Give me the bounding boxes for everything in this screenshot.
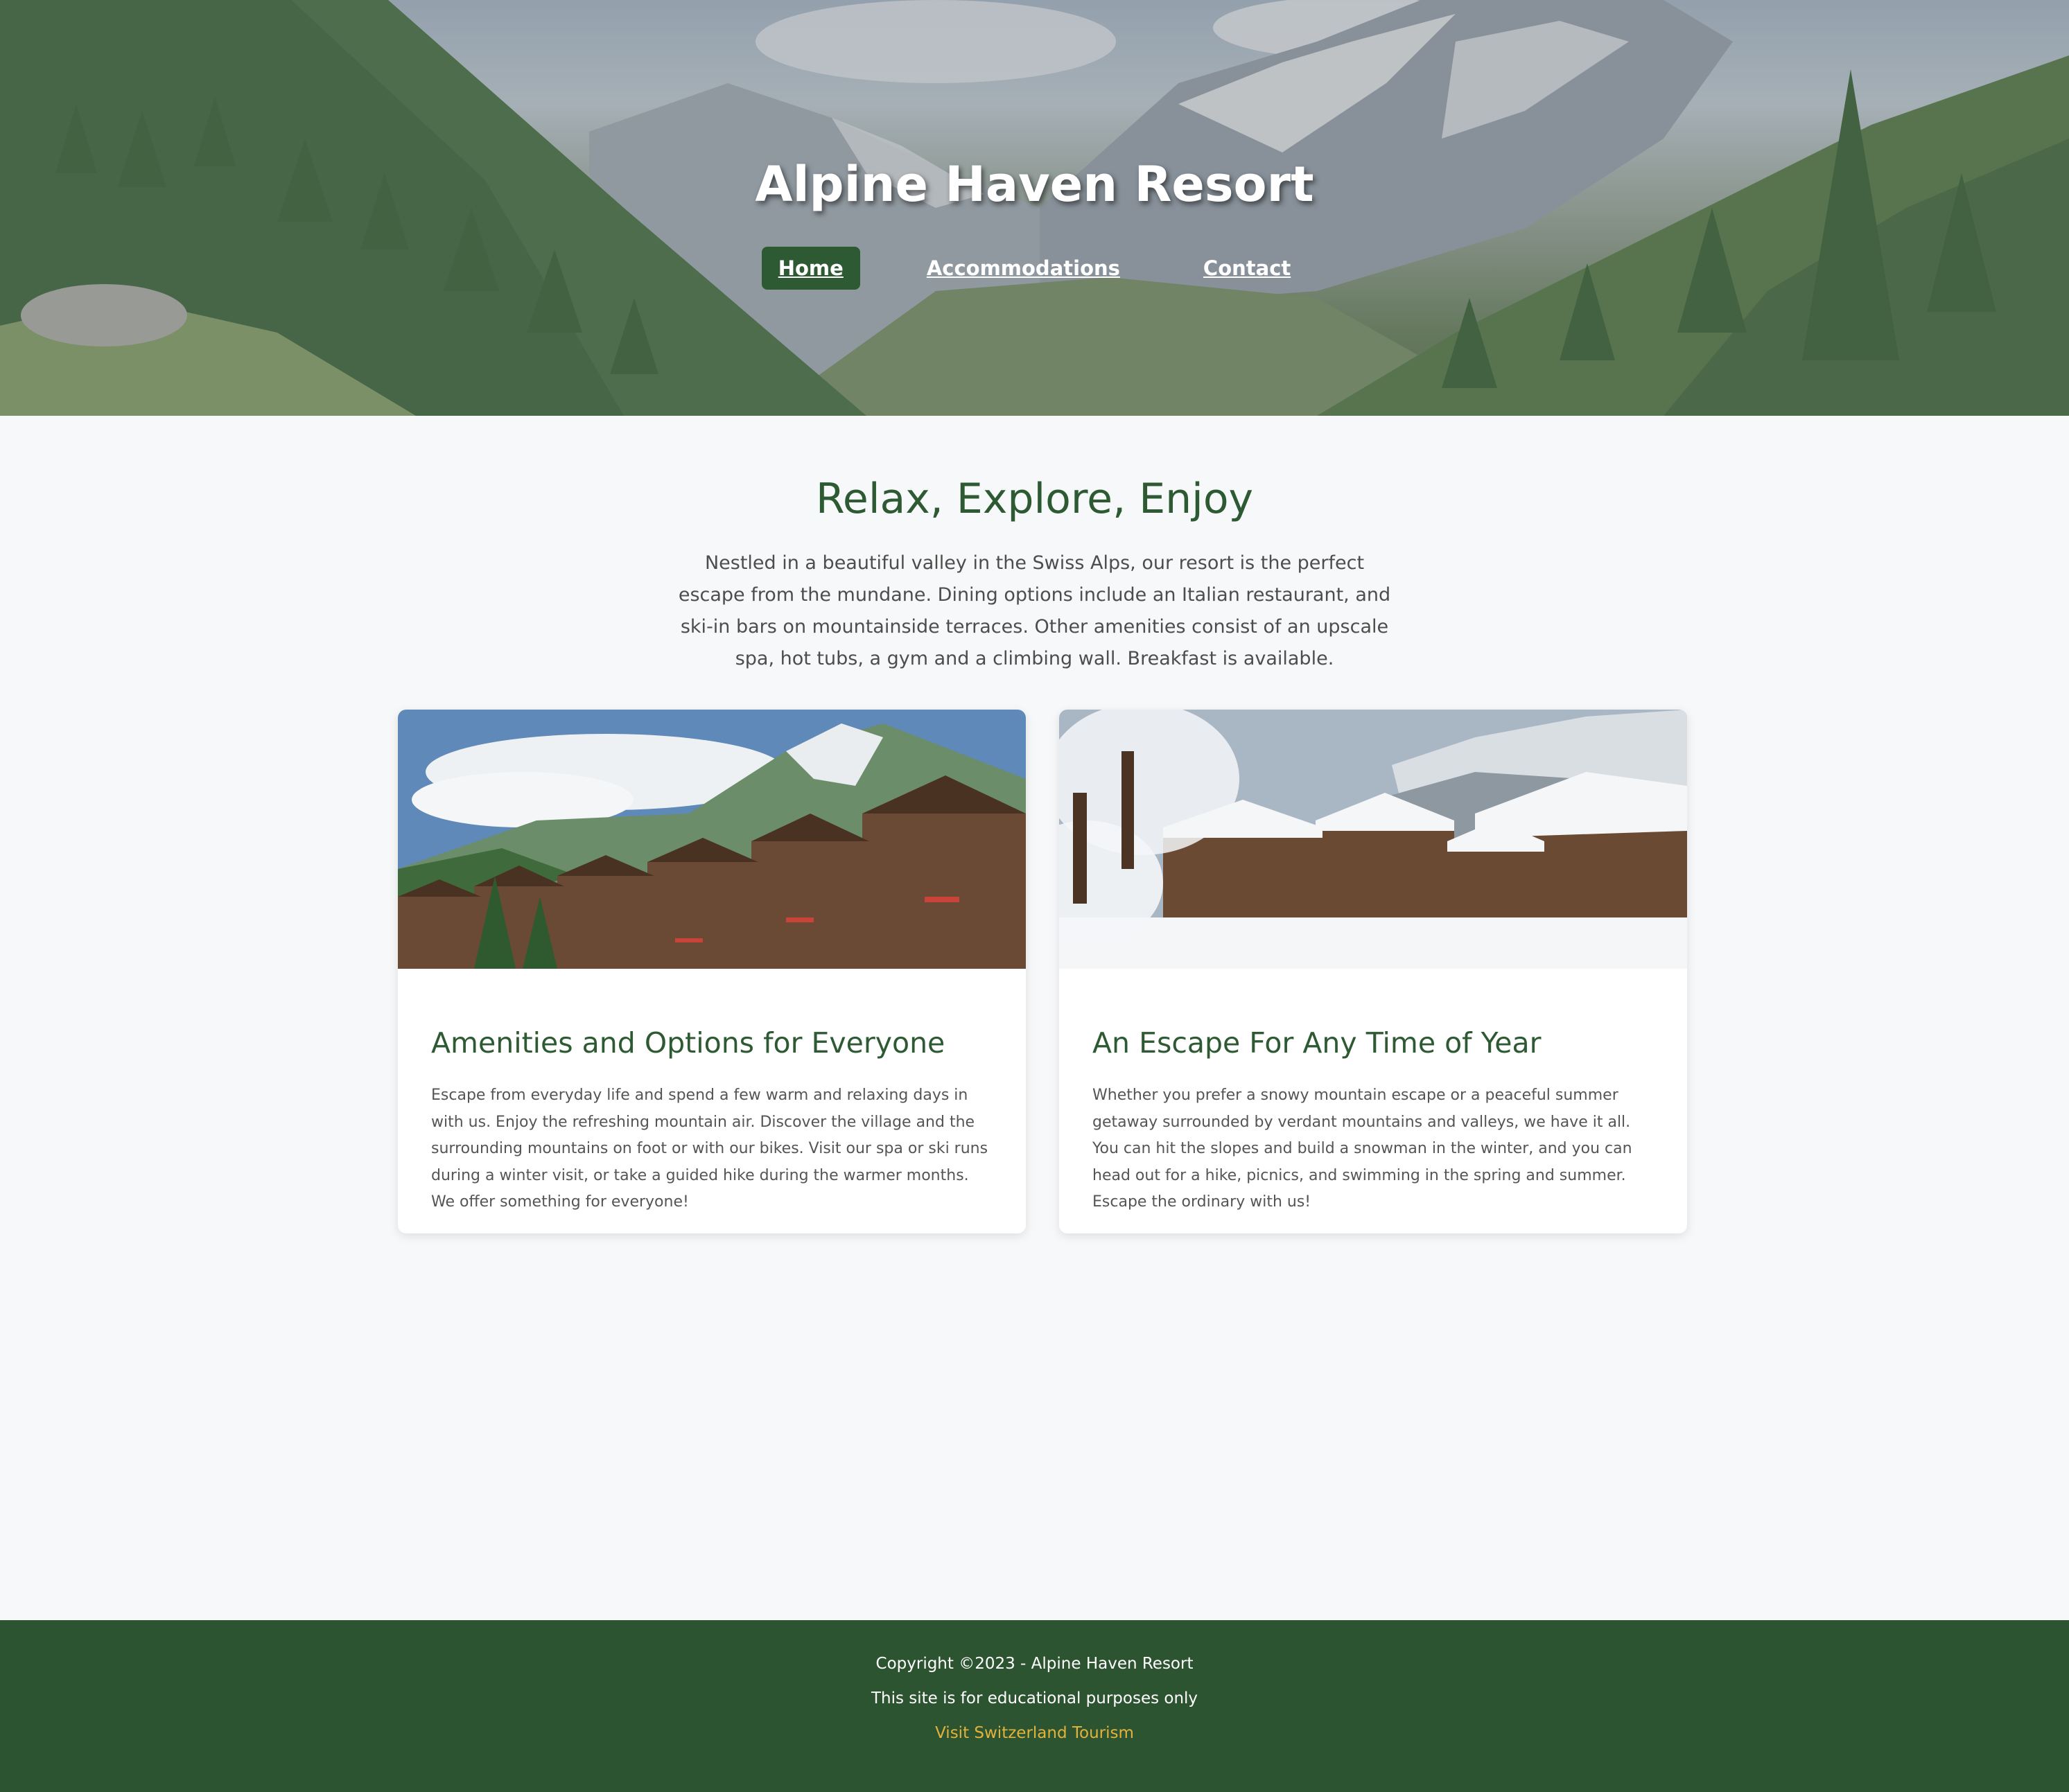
nav-link-contact[interactable]: Contact: [1187, 247, 1307, 290]
site-footer: Copyright ©2023 - Alpine Haven Resort Th…: [0, 1620, 2069, 1792]
intro-paragraph: Nestled in a beautiful valley in the Swi…: [678, 552, 1391, 669]
site-title: Alpine Haven Resort: [755, 156, 1314, 213]
card-escape: An Escape For Any Time of Year Whether y…: [1059, 710, 1687, 1233]
nav-link-home[interactable]: Home: [761, 247, 860, 290]
nav-link-accommodations[interactable]: Accommodations: [910, 247, 1137, 290]
card-image-summer-village: [398, 710, 1026, 969]
intro-heading: Relax, Explore, Enjoy: [815, 475, 1254, 523]
hero-banner: Alpine Haven Resort Home Accommodations …: [0, 0, 2069, 416]
card-title: Amenities and Options for Everyone: [431, 1026, 945, 1060]
card-title: An Escape For Any Time of Year: [1092, 1026, 1542, 1060]
card-body: Escape from everyday life and spend a fe…: [431, 1087, 988, 1211]
main-nav: Home Accommodations Contact: [0, 246, 2069, 290]
card-body: Whether you prefer a snowy mountain esca…: [1092, 1087, 1632, 1211]
footer-tourism-link[interactable]: Visit Switzerland Tourism: [0, 1724, 2069, 1742]
footer-copyright: Copyright ©2023 - Alpine Haven Resort: [875, 1655, 1194, 1673]
card-image-winter-village: [1059, 710, 1687, 969]
card-amenities: Amenities and Options for Everyone Escap…: [398, 710, 1026, 1233]
footer-notice: This site is for educational purposes on…: [871, 1689, 1198, 1707]
